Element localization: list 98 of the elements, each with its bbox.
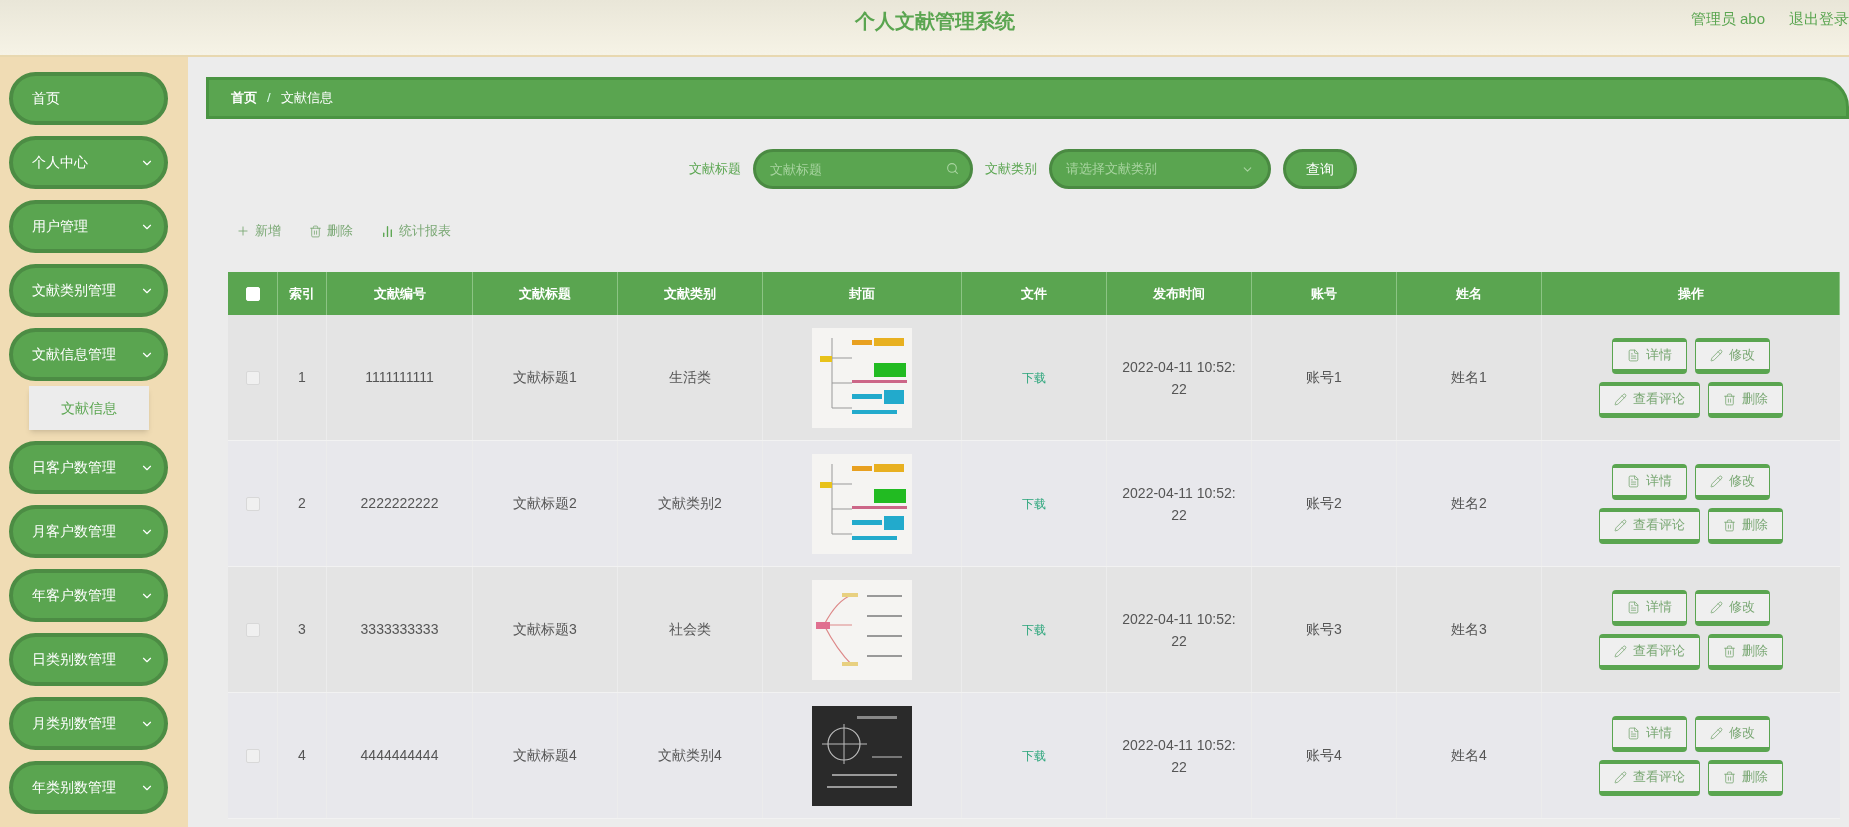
chart-tool-button[interactable]: 统计报表 xyxy=(381,221,451,241)
comment-button[interactable]: 查看评论 xyxy=(1599,507,1700,544)
table-cell-text: 2022-04-11 10:52:22 xyxy=(1121,357,1237,399)
table-cell-text: 3 xyxy=(298,620,306,639)
pencil-icon xyxy=(1614,518,1627,532)
detail-button[interactable]: 详情 xyxy=(1612,337,1687,374)
trash-icon xyxy=(1723,392,1736,406)
pencil-icon xyxy=(1710,600,1723,614)
table-cell-text: 账号2 xyxy=(1306,494,1342,513)
comment-button[interactable]: 查看评论 xyxy=(1599,759,1700,796)
checkbox[interactable] xyxy=(245,370,260,385)
download-link[interactable]: 下载 xyxy=(1022,620,1046,639)
download-link[interactable]: 下载 xyxy=(1022,368,1046,387)
table-cell-text: 文献标题3 xyxy=(513,620,577,639)
edit-button[interactable]: 修改 xyxy=(1695,715,1770,752)
edit-button[interactable]: 修改 xyxy=(1695,589,1770,626)
table-cell-text: 社会类 xyxy=(669,620,711,639)
edit-button[interactable]: 修改 xyxy=(1695,337,1770,374)
download-link[interactable]: 下载 xyxy=(1022,746,1046,765)
trash-icon xyxy=(1723,644,1736,658)
table-cell-text: 2022-04-11 10:52:22 xyxy=(1121,483,1237,525)
checkbox[interactable] xyxy=(245,496,260,511)
logout-link[interactable]: 退出登录 xyxy=(1789,8,1849,31)
type-select[interactable]: 请选择文献类别 xyxy=(1048,149,1271,189)
table-cell-text: 文献类别2 xyxy=(658,494,722,513)
trash-icon xyxy=(1723,770,1736,784)
table-cell-text: 4 xyxy=(298,746,306,765)
table-cell-text: 1 xyxy=(298,368,306,387)
table-cell-text: 文献标题1 xyxy=(513,368,577,387)
sidebar-menu-item[interactable]: 日类别数管理 xyxy=(9,633,168,686)
table-cell-text: 1111111111 xyxy=(365,368,434,387)
sidebar-menu-item[interactable]: 文献类别管理 xyxy=(9,264,168,317)
table-cell-text: 账号4 xyxy=(1306,746,1342,765)
document-icon xyxy=(1627,474,1640,488)
table-cell-text: 文献类别4 xyxy=(658,746,722,765)
title-search-field[interactable]: 文献标题 xyxy=(752,149,973,189)
plus-icon xyxy=(236,224,250,238)
sidebar-menu-item[interactable]: 月类别数管理 xyxy=(9,697,168,750)
table-cell-text: 姓名1 xyxy=(1451,368,1487,387)
breadcrumb-separator: / xyxy=(267,89,271,108)
sidebar-menu-item[interactable]: 个人中心 xyxy=(9,136,168,189)
trash-icon xyxy=(309,224,322,238)
detail-button[interactable]: 详情 xyxy=(1612,463,1687,500)
pencil-icon xyxy=(1614,644,1627,658)
table-cell-text: 2022-04-11 10:52:22 xyxy=(1121,609,1237,651)
table-cell-text: 姓名2 xyxy=(1451,494,1487,513)
table-cell-text: 账号3 xyxy=(1306,620,1342,639)
sidebar-menu-item[interactable]: 日客户数管理 xyxy=(9,441,168,494)
admin-user-label: 管理员 abo xyxy=(1690,9,1765,29)
table-cell-text: 2222222222 xyxy=(360,494,439,513)
detail-button[interactable]: 详情 xyxy=(1612,715,1687,752)
pencil-icon xyxy=(1614,770,1627,784)
table-cell-text: 姓名4 xyxy=(1451,746,1487,765)
checkbox[interactable] xyxy=(245,748,260,763)
document-icon xyxy=(1627,348,1640,362)
document-icon xyxy=(1627,600,1640,614)
sidebar-menu-item[interactable]: 年类别数管理 xyxy=(9,761,168,814)
delete-button[interactable]: 删除 xyxy=(1708,759,1783,796)
field-label: 文献标题 xyxy=(688,160,741,179)
breadcrumb-current: 文献信息 xyxy=(280,89,333,108)
sidebar-menu-item[interactable]: 用户管理 xyxy=(9,200,168,253)
search-icon xyxy=(945,162,959,175)
table-cell-text: 姓名3 xyxy=(1451,620,1487,639)
add-tool-button[interactable]: 新增 xyxy=(236,221,281,241)
download-link[interactable]: 下载 xyxy=(1022,494,1046,513)
detail-button[interactable]: 详情 xyxy=(1612,589,1687,626)
bar-chart-icon xyxy=(381,224,394,238)
sidebar-menu-item[interactable]: 月客户数管理 xyxy=(9,505,168,558)
table-cell-text: 文献标题2 xyxy=(513,494,577,513)
checkbox[interactable] xyxy=(245,622,260,637)
query-button[interactable]: 查询 xyxy=(1282,149,1357,189)
table-cell-text: 文献标题4 xyxy=(513,746,577,765)
comment-button[interactable]: 查看评论 xyxy=(1599,633,1700,670)
delete-button[interactable]: 删除 xyxy=(1708,381,1783,418)
table-cell-text: 2 xyxy=(298,494,306,513)
sidebar-menu-item[interactable]: 文献信息管理 xyxy=(9,328,168,381)
pencil-icon xyxy=(1710,474,1723,488)
pencil-icon xyxy=(1710,726,1723,740)
table-cell-text: 2022-04-11 10:52:22 xyxy=(1121,735,1237,777)
breadcrumb-link[interactable]: 首页 xyxy=(231,88,257,108)
table-cell-text: 3333333333 xyxy=(360,620,439,639)
table-cell-text: 4444444444 xyxy=(360,746,439,765)
trash-icon xyxy=(1723,518,1736,532)
table-cell-text: 账号1 xyxy=(1306,368,1342,387)
delete-button[interactable]: 删除 xyxy=(1708,633,1783,670)
app-title: 个人文献管理系统 xyxy=(854,9,1015,34)
sidebar-menu-item[interactable]: 首页 xyxy=(9,72,168,125)
edit-button[interactable]: 修改 xyxy=(1695,463,1770,500)
comment-button[interactable]: 查看评论 xyxy=(1599,381,1700,418)
table-cell-text: 生活类 xyxy=(669,368,711,387)
pencil-icon xyxy=(1710,348,1723,362)
delete-tool-button[interactable]: 删除 xyxy=(309,221,353,241)
submenu-item[interactable]: 文献信息 xyxy=(29,386,149,430)
document-icon xyxy=(1627,726,1640,740)
field-label: 文献类别 xyxy=(984,160,1037,179)
delete-button[interactable]: 删除 xyxy=(1708,507,1783,544)
sidebar-menu-item[interactable]: 年客户数管理 xyxy=(9,569,168,622)
pencil-icon xyxy=(1614,392,1627,406)
